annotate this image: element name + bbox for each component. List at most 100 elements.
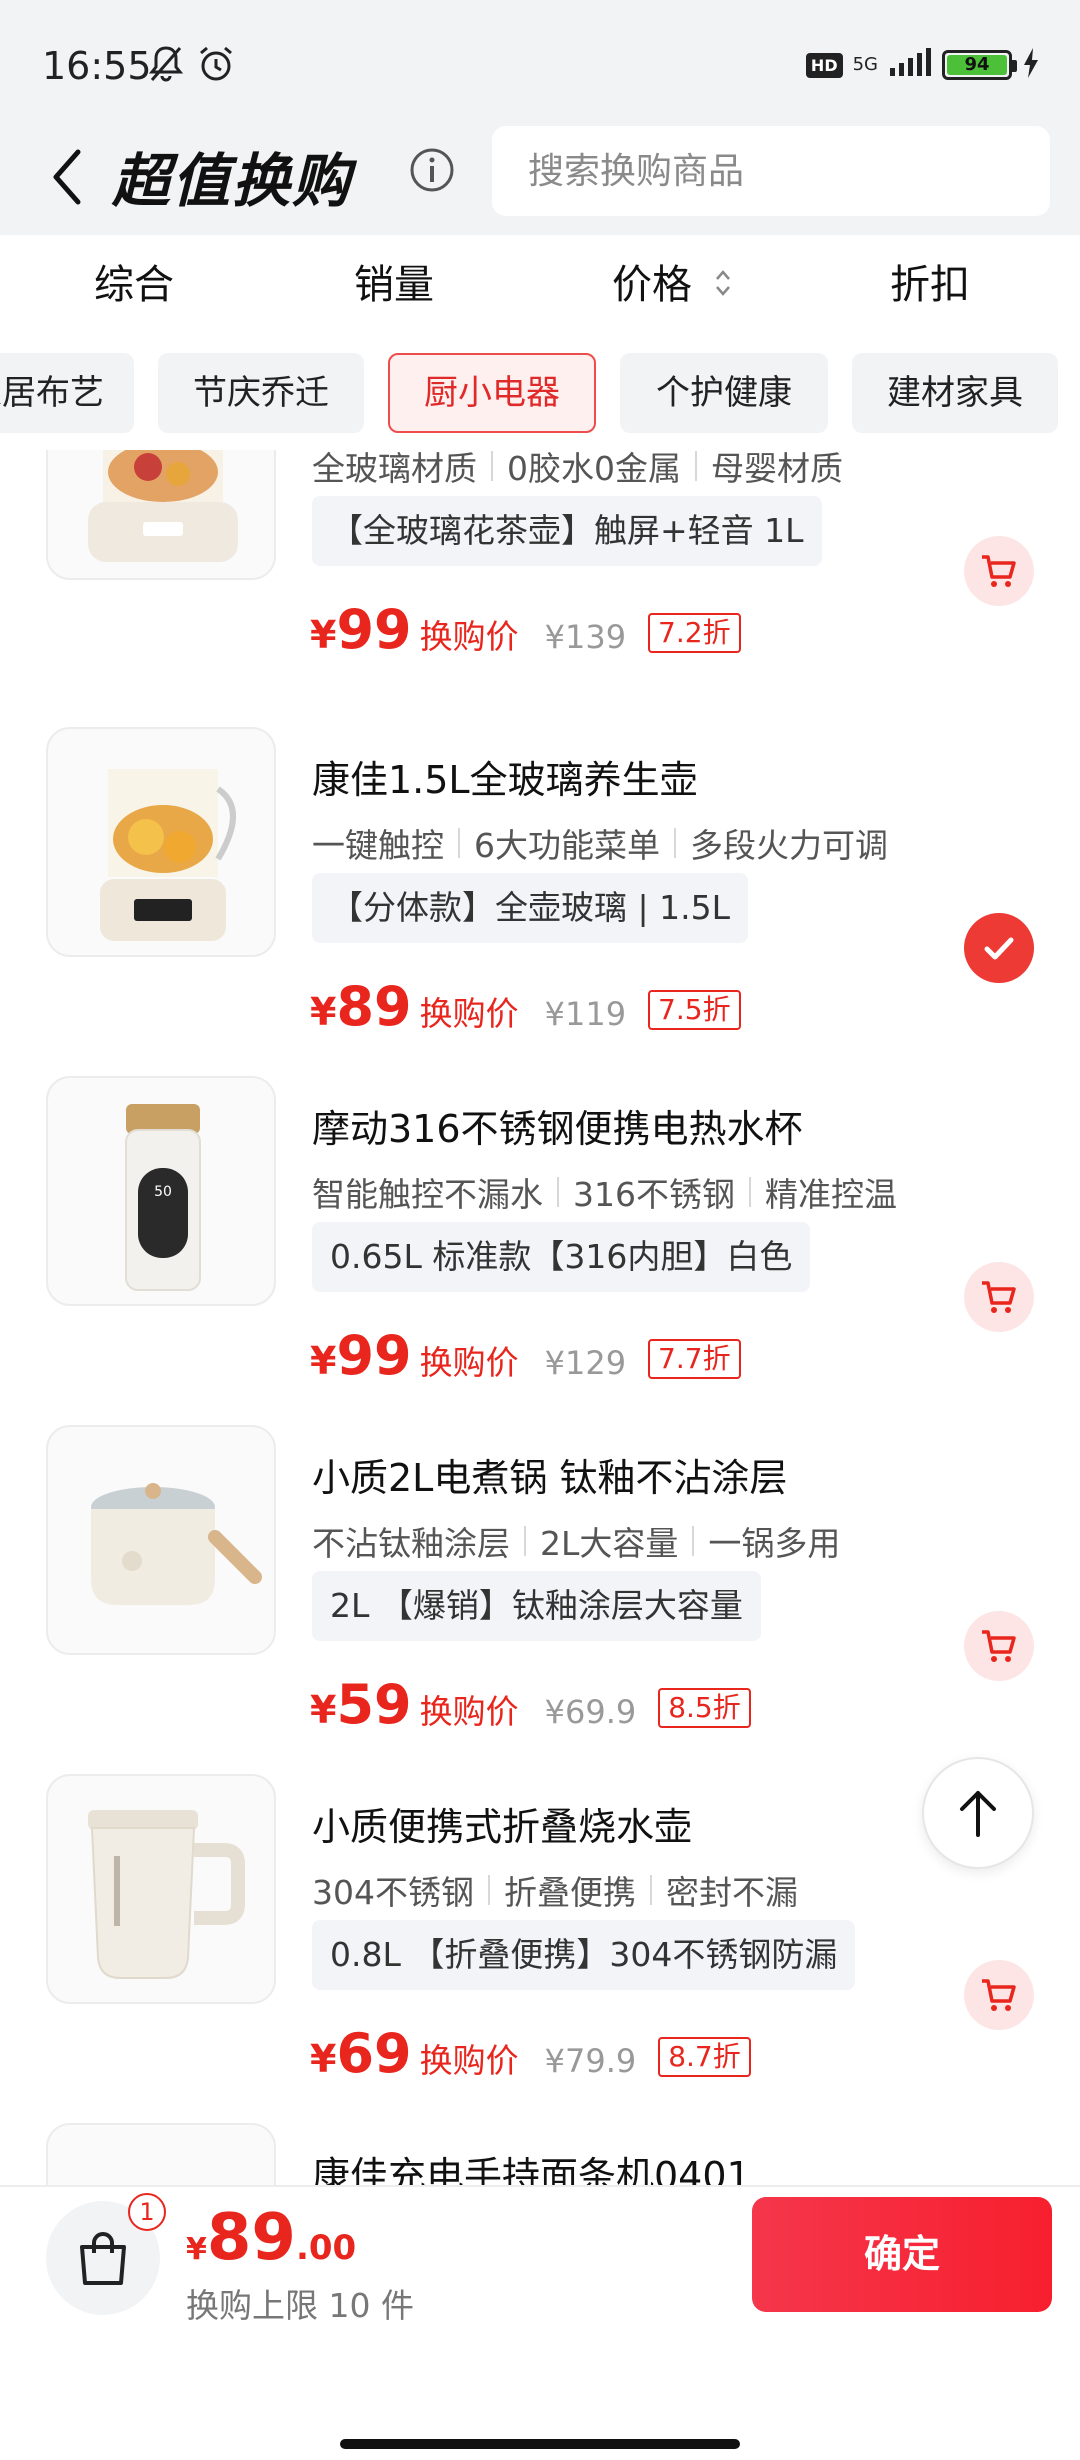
back-button[interactable] xyxy=(44,142,94,212)
chip-label: 个护健康 xyxy=(656,373,792,413)
product-image-noodle-machine xyxy=(46,2123,276,2185)
product-tag: 智能触控不漏水 xyxy=(312,1175,543,1214)
product-tags: 304不锈钢 折叠便携 密封不漏 xyxy=(312,1866,798,1914)
total-decimal: .00 xyxy=(295,2228,357,2268)
tag-separator xyxy=(650,1875,652,1905)
hd-badge: HD xyxy=(805,52,843,78)
product-item[interactable]: 全玻璃材质 0胶水0金属 母婴材质 【全玻璃花茶壶】触屏+轻音 1L ¥ 99 … xyxy=(0,450,1080,699)
selected-check-button[interactable] xyxy=(964,913,1034,983)
battery-level: 94 xyxy=(947,55,1007,75)
shopping-bag-icon xyxy=(80,2232,126,2285)
product-tag: 不沾钛釉涂层 xyxy=(312,1524,510,1563)
product-image-portable-heating-cup: 50 xyxy=(46,1076,276,1306)
discount-badge: 8.7折 xyxy=(658,2037,751,2077)
product-tag: 316不锈钢 xyxy=(573,1175,735,1214)
category-chip-building-materials[interactable]: 建材家具 xyxy=(852,353,1058,433)
mute-bell-icon xyxy=(148,44,184,88)
sort-tab-price[interactable]: 价格 xyxy=(612,255,733,315)
category-bar: 家居布艺 节庆乔迁 厨小电器 个护健康 建材家具 xyxy=(0,345,1080,450)
discount-badge: 7.5折 xyxy=(648,990,741,1030)
sort-tab-label: 综合 xyxy=(94,262,174,308)
alarm-icon xyxy=(196,44,236,88)
chevron-left-icon xyxy=(53,149,81,205)
status-bar: 16:55 HD 5G 94 xyxy=(0,0,1080,130)
svg-text:50: 50 xyxy=(154,1184,172,1200)
price-label: 换购价 xyxy=(419,2041,519,2080)
currency-symbol: ¥ xyxy=(186,2232,207,2267)
bottom-bar: 1 ¥ 89 .00 换购上限 10 件 确定 xyxy=(0,2185,1080,2460)
product-title: 康佳充电手持面条机0401 xyxy=(312,2154,751,2185)
product-image-glass-tea-kettle xyxy=(46,450,276,580)
product-image-glass-health-pot xyxy=(46,727,276,957)
currency-symbol: ¥ xyxy=(310,613,337,657)
product-tag: 全玻璃材质 xyxy=(312,450,477,488)
scroll-to-top-button[interactable] xyxy=(922,1757,1034,1869)
sort-tab-discount[interactable]: 折扣 xyxy=(890,255,970,315)
limit-text: 换购上限 10 件 xyxy=(186,2286,414,2325)
category-chip-personal-care[interactable]: 个护健康 xyxy=(620,353,828,433)
home-indicator[interactable] xyxy=(340,2439,740,2449)
tag-separator xyxy=(692,1526,695,1556)
total-integer: 89 xyxy=(206,2201,296,2275)
original-price: ¥119 xyxy=(544,995,627,1033)
original-price: ¥69.9 xyxy=(544,1693,637,1731)
battery-icon: 94 xyxy=(942,50,1017,80)
confirm-button[interactable]: 确定 xyxy=(752,2197,1052,2312)
cart-icon xyxy=(982,1281,1016,1313)
category-chip-fabric[interactable]: 家居布艺 xyxy=(0,353,134,433)
currency-symbol: ¥ xyxy=(310,2037,337,2081)
product-title: 摩动316不锈钢便携电热水杯 xyxy=(312,1107,803,1151)
cart-icon xyxy=(982,1630,1016,1662)
info-icon[interactable] xyxy=(408,146,456,194)
product-spec: 【全玻璃花茶壶】触屏+轻音 1L xyxy=(312,496,822,566)
check-icon xyxy=(984,937,1014,960)
product-image-folding-kettle xyxy=(46,1774,276,2004)
cart-icon xyxy=(982,555,1016,587)
sort-tab-label: 价格 xyxy=(612,262,692,308)
add-to-cart-button[interactable] xyxy=(964,1262,1034,1332)
original-price: ¥129 xyxy=(544,1344,627,1382)
price-label: 换购价 xyxy=(419,1343,519,1382)
search-box[interactable] xyxy=(492,126,1050,216)
product-tag: 一锅多用 xyxy=(708,1524,841,1563)
product-title: 小质2L电煮锅 钛釉不沾涂层 xyxy=(312,1456,788,1500)
product-item[interactable]: 小质便携式折叠烧水壶 304不锈钢 折叠便携 密封不漏 0.8L 【折叠便携】3… xyxy=(0,1774,1080,2123)
add-to-cart-button[interactable] xyxy=(964,1960,1034,2030)
price-value: 99 xyxy=(336,1324,412,1387)
sort-tab-label: 折扣 xyxy=(890,262,970,308)
product-item[interactable]: 50 摩动316不锈钢便携电热水杯 智能触控不漏水 316不锈钢 精准控温 0.… xyxy=(0,1076,1080,1425)
network-label: 5G xyxy=(852,54,878,75)
product-item[interactable]: 小质2L电煮锅 钛釉不沾涂层 不沾钛釉涂层 2L大容量 一锅多用 2L 【爆销】… xyxy=(0,1425,1080,1774)
product-tag: 304不锈钢 xyxy=(312,1873,474,1912)
tag-separator xyxy=(674,828,676,858)
product-item[interactable]: 康佳充电手持面条机0401 xyxy=(0,2123,1080,2185)
tag-separator xyxy=(491,451,493,481)
sort-tab-comprehensive[interactable]: 综合 xyxy=(94,255,174,315)
product-tag: 母婴材质 xyxy=(711,450,843,488)
arrow-up-icon xyxy=(960,1791,996,1837)
price-label: 换购价 xyxy=(419,617,519,656)
chip-label: 家居布艺 xyxy=(0,373,104,413)
add-to-cart-button[interactable] xyxy=(964,1611,1034,1681)
price-label: 换购价 xyxy=(419,994,519,1033)
discount-badge: 7.2折 xyxy=(648,613,741,653)
search-input[interactable] xyxy=(492,126,1050,216)
product-spec: 【分体款】全壶玻璃 | 1.5L xyxy=(312,873,748,943)
status-right: HD 5G 94 xyxy=(805,48,1040,82)
sort-arrows-icon xyxy=(713,257,733,317)
add-to-cart-button[interactable] xyxy=(964,536,1034,606)
price-value: 69 xyxy=(336,2022,412,2085)
category-chip-kitchen-appliance[interactable]: 厨小电器 xyxy=(388,353,596,433)
currency-symbol: ¥ xyxy=(310,1339,337,1383)
product-item[interactable]: 康佳1.5L全玻璃养生壶 一键触控 6大功能菜单 多段火力可调 【分体款】全壶玻… xyxy=(0,727,1080,1076)
category-chip-festival[interactable]: 节庆乔迁 xyxy=(158,353,364,433)
product-tags: 全玻璃材质 0胶水0金属 母婴材质 xyxy=(312,450,843,490)
sort-tab-sales[interactable]: 销量 xyxy=(354,255,434,315)
currency-symbol: ¥ xyxy=(310,990,337,1034)
page-title: 超值换购 xyxy=(112,147,353,215)
tag-separator xyxy=(488,1875,490,1905)
tag-separator xyxy=(557,1177,559,1207)
product-list[interactable]: 全玻璃材质 0胶水0金属 母婴材质 【全玻璃花茶壶】触屏+轻音 1L ¥ 99 … xyxy=(0,450,1080,2185)
sort-bar: 综合 销量 价格 折扣 xyxy=(0,235,1080,345)
price-label: 换购价 xyxy=(419,1692,519,1731)
